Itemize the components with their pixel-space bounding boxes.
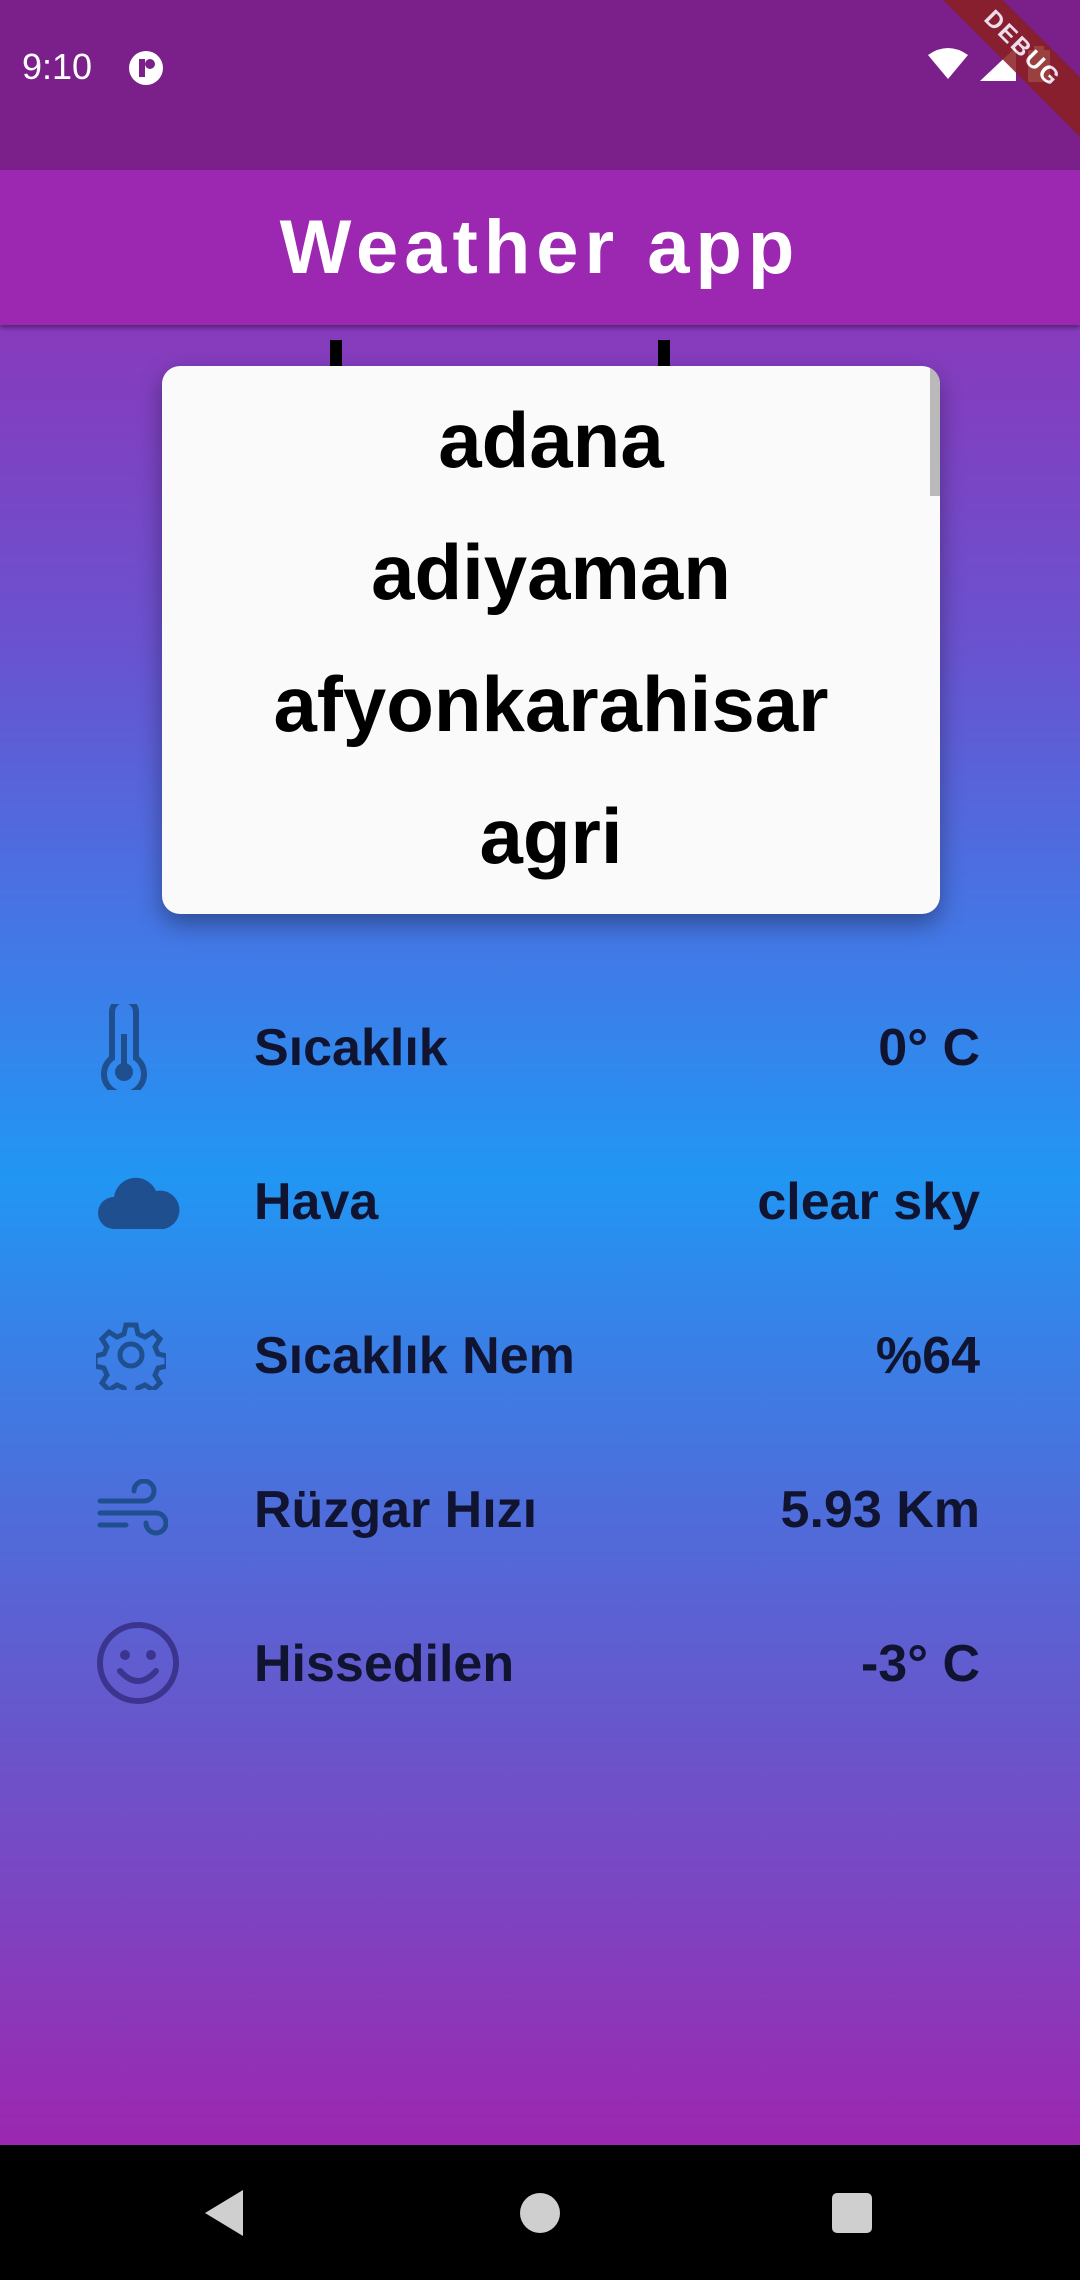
info-label: Hava — [254, 1173, 379, 1231]
info-label: Sıcaklık — [254, 1019, 448, 1077]
info-label: Rüzgar Hızı — [254, 1481, 538, 1539]
info-value: %64 — [875, 1327, 980, 1385]
back-icon[interactable] — [198, 2187, 250, 2239]
status-bar: 9:10 — [0, 0, 1080, 170]
app-title: Weather app — [279, 205, 801, 290]
cloud-icon — [96, 1156, 186, 1246]
city-dropdown-menu[interactable]: adana adiyaman afyonkarahisar agri — [162, 366, 940, 914]
status-time: 9:10 — [22, 46, 93, 87]
info-row-wind: Rüzgar Hızı 5.93 Km — [0, 1432, 1080, 1586]
info-row-weather: Hava clear sky — [0, 1124, 1080, 1278]
thermometer-icon — [96, 1002, 186, 1092]
info-value: clear sky — [757, 1173, 980, 1231]
info-label: Hissedilen — [254, 1635, 515, 1693]
info-value: 5.93 Km — [780, 1481, 980, 1539]
home-icon[interactable] — [514, 2187, 566, 2239]
screen: 9:10 DEBUG Weather app adana adiyaman af… — [0, 0, 1080, 2280]
info-row-feels-like: Hissedilen -3° C — [0, 1586, 1080, 1740]
info-row-humidity: Sıcaklık Nem %64 — [0, 1278, 1080, 1432]
wind-icon — [96, 1464, 186, 1554]
info-label: Sıcaklık Nem — [254, 1327, 575, 1385]
navigation-bar — [0, 2145, 1080, 2280]
dropdown-option[interactable]: afyonkarahisar — [162, 638, 940, 770]
notification-icon — [129, 51, 163, 85]
dropdown-option[interactable]: adiyaman — [162, 506, 940, 638]
app-bar: Weather app — [0, 170, 1080, 325]
dropdown-option[interactable]: agri — [162, 770, 940, 902]
smiley-icon — [96, 1618, 186, 1708]
info-row-temperature: Sıcaklık 0° C — [0, 970, 1080, 1124]
info-value: 0° C — [878, 1019, 980, 1077]
dropdown-scrollbar[interactable] — [930, 366, 940, 496]
recents-icon[interactable] — [826, 2187, 878, 2239]
gear-icon — [96, 1310, 186, 1400]
wifi-icon — [928, 48, 968, 79]
dropdown-option[interactable]: adana — [162, 374, 940, 506]
weather-info-list: Sıcaklık 0° C Hava clear sky Sıcaklık Ne… — [0, 970, 1080, 1740]
info-value: -3° C — [860, 1635, 980, 1693]
